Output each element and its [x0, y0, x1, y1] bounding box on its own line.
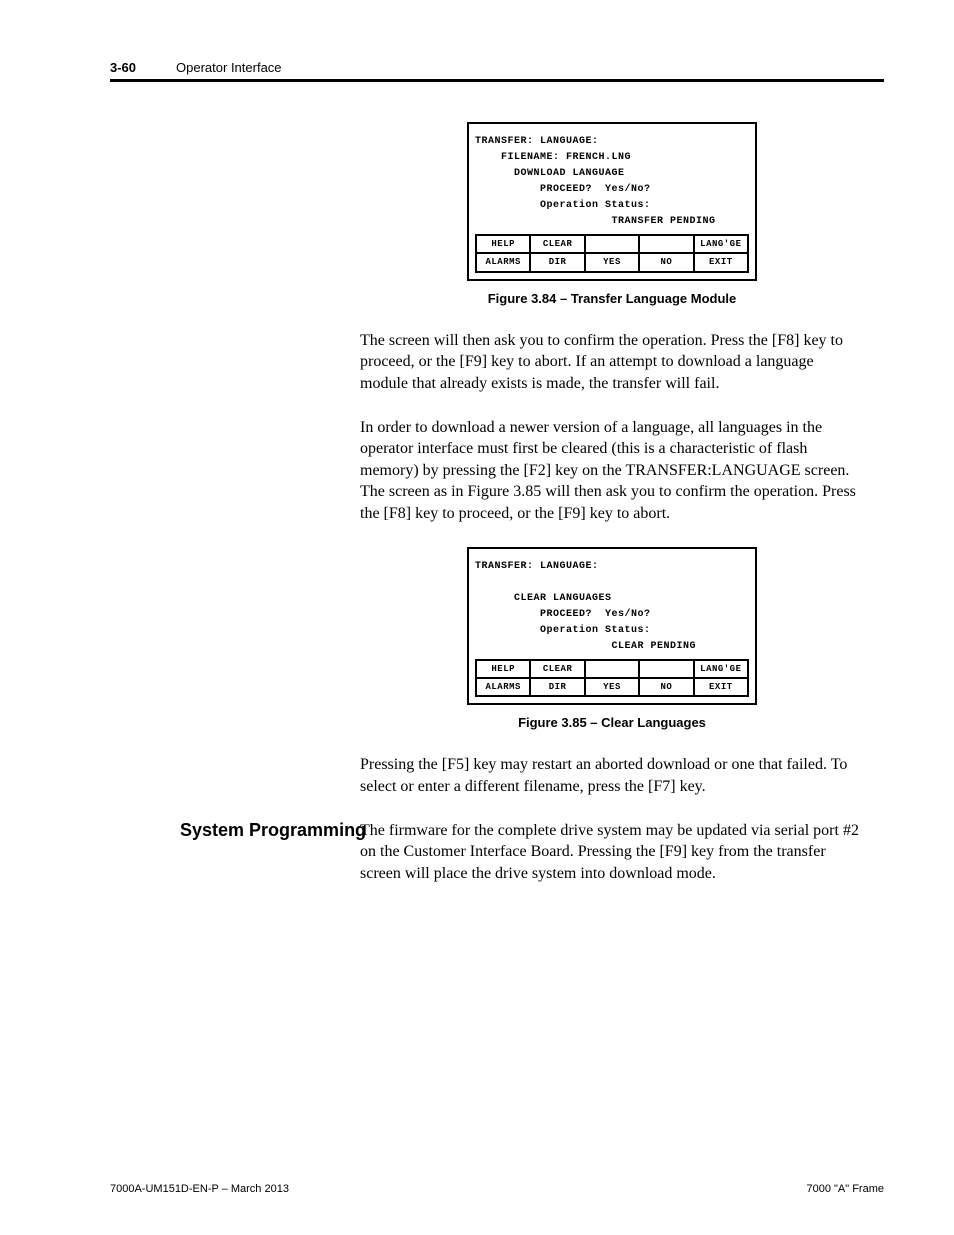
terminal-title: TRANSFER: LANGUAGE: [475, 559, 749, 575]
clear-button[interactable]: CLEAR [529, 234, 585, 254]
exit-button[interactable]: EXIT [693, 677, 749, 697]
terminal-status: CLEAR PENDING [475, 639, 749, 655]
softkey-row-2: ALARMS DIR YES NO EXIT [475, 677, 749, 697]
terminal-download-line: DOWNLOAD LANGUAGE [475, 166, 749, 182]
terminal-title: TRANSFER: LANGUAGE: [475, 134, 749, 150]
language-button[interactable]: LANG'GE [693, 659, 749, 679]
no-button[interactable]: NO [638, 677, 694, 697]
yes-button[interactable]: YES [584, 252, 640, 272]
terminal-op-status-label: Operation Status: [475, 198, 749, 214]
alarms-button[interactable]: ALARMS [475, 677, 531, 697]
dir-button[interactable]: DIR [529, 252, 585, 272]
blank-button[interactable] [638, 234, 694, 254]
language-button[interactable]: LANG'GE [693, 234, 749, 254]
alarms-button[interactable]: ALARMS [475, 252, 531, 272]
softkey-row-1: HELP CLEAR LANG'GE [475, 234, 749, 254]
figure-3-85: TRANSFER: LANGUAGE: CLEAR LANGUAGES PROC… [360, 547, 864, 731]
figure-3-84-caption: Figure 3.84 – Transfer Language Module [360, 291, 864, 306]
footer-left: 7000A-UM151D-EN-P – March 2013 [110, 1183, 289, 1195]
terminal-filename: FILENAME: FRENCH.LNG [475, 150, 749, 166]
paragraph-2: In order to download a newer version of … [360, 417, 864, 525]
page-number: 3-60 [110, 60, 136, 75]
system-programming-heading: System Programming [180, 820, 366, 841]
help-button[interactable]: HELP [475, 659, 531, 679]
terminal-blank [475, 575, 749, 591]
footer-right: 7000 "A" Frame [806, 1183, 884, 1195]
blank-button[interactable] [584, 234, 640, 254]
softkey-row-2: ALARMS DIR YES NO EXIT [475, 252, 749, 272]
terminal-clear-languages: TRANSFER: LANGUAGE: CLEAR LANGUAGES PROC… [467, 547, 757, 706]
softkey-row-1: HELP CLEAR LANG'GE [475, 659, 749, 679]
figure-3-85-caption: Figure 3.85 – Clear Languages [360, 715, 864, 730]
terminal-clear-line: CLEAR LANGUAGES [475, 591, 749, 607]
blank-button[interactable] [584, 659, 640, 679]
page-footer: 7000A-UM151D-EN-P – March 2013 7000 "A" … [110, 1183, 884, 1195]
yes-button[interactable]: YES [584, 677, 640, 697]
blank-button[interactable] [638, 659, 694, 679]
paragraph-4: The firmware for the complete drive syst… [360, 820, 864, 885]
exit-button[interactable]: EXIT [693, 252, 749, 272]
paragraph-1: The screen will then ask you to confirm … [360, 330, 864, 395]
terminal-proceed-prompt: PROCEED? Yes/No? [475, 182, 749, 198]
terminal-status: TRANSFER PENDING [475, 214, 749, 230]
terminal-op-status-label: Operation Status: [475, 623, 749, 639]
figure-3-84: TRANSFER: LANGUAGE: FILENAME: FRENCH.LNG… [360, 122, 864, 306]
header-rule [110, 79, 884, 82]
help-button[interactable]: HELP [475, 234, 531, 254]
terminal-transfer-language: TRANSFER: LANGUAGE: FILENAME: FRENCH.LNG… [467, 122, 757, 281]
section-title: Operator Interface [176, 60, 282, 75]
dir-button[interactable]: DIR [529, 677, 585, 697]
no-button[interactable]: NO [638, 252, 694, 272]
terminal-proceed-prompt: PROCEED? Yes/No? [475, 607, 749, 623]
page-header: 3-60 Operator Interface [110, 60, 884, 75]
clear-button[interactable]: CLEAR [529, 659, 585, 679]
paragraph-3: Pressing the [F5] key may restart an abo… [360, 754, 864, 797]
